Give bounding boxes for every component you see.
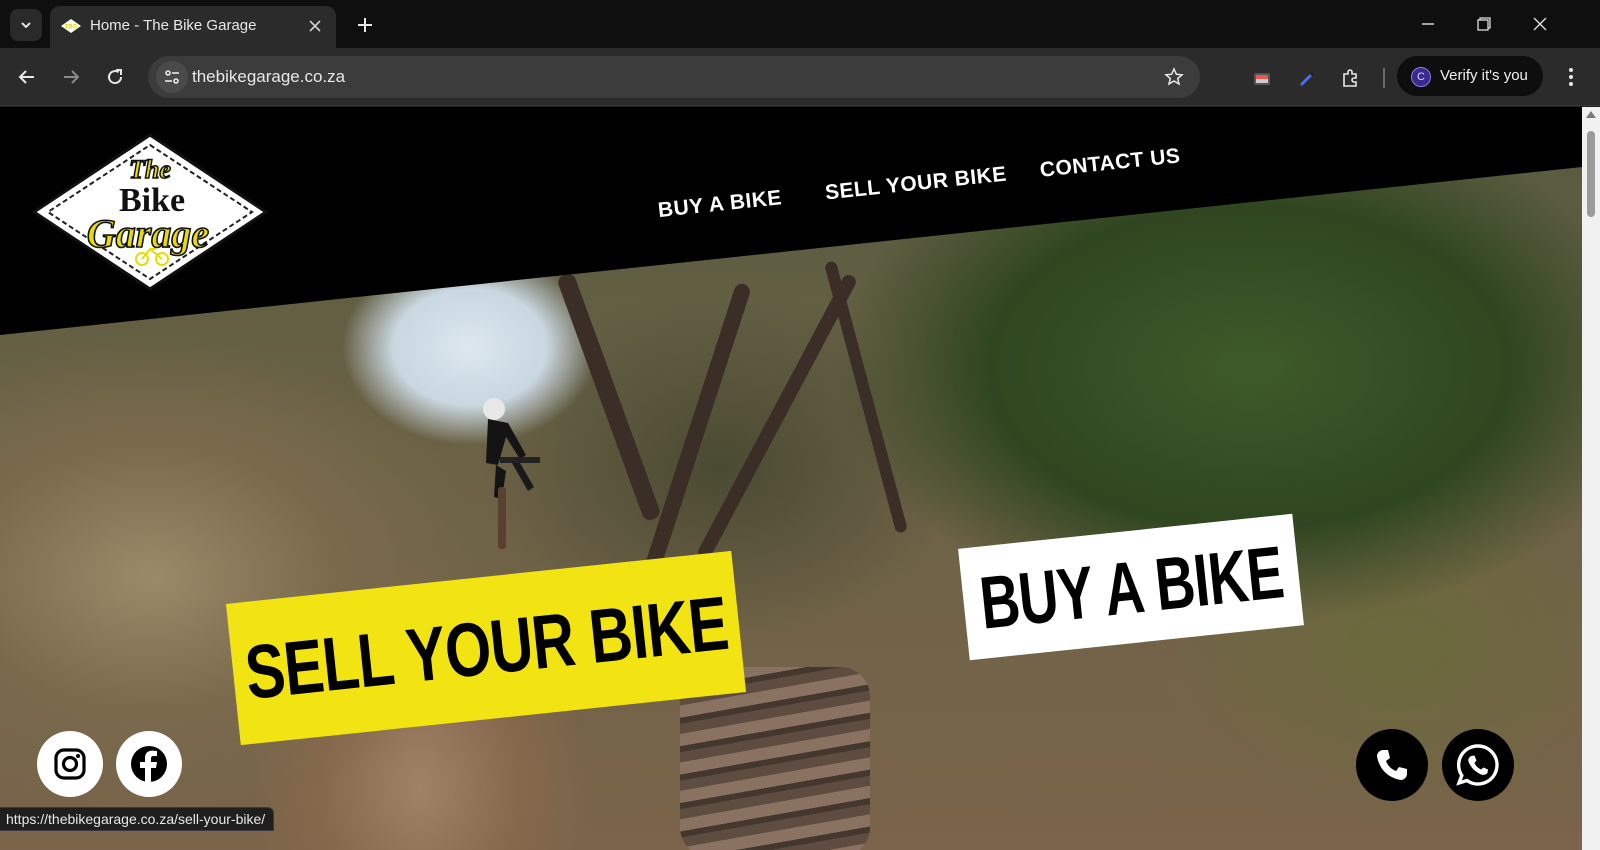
cyclist-figure — [483, 398, 540, 549]
arrow-left-icon — [18, 70, 34, 84]
site-info-icon[interactable] — [156, 61, 188, 93]
tree-trunk — [644, 281, 752, 573]
toolbar-separator — [1383, 68, 1385, 88]
arrow-right-icon — [64, 70, 80, 84]
whatsapp-icon — [1456, 744, 1499, 786]
close-window-button[interactable] — [1520, 8, 1560, 40]
restore-icon — [1477, 17, 1491, 31]
instagram-icon — [54, 748, 86, 780]
close-tab-icon[interactable] — [304, 15, 326, 37]
verify-label: Verify it's you — [1440, 67, 1528, 84]
svg-text:TBG: TBG — [65, 25, 78, 31]
facebook-link[interactable] — [116, 731, 182, 797]
tree-trunk — [556, 271, 662, 523]
tree-trunk — [695, 272, 859, 562]
reload-button[interactable] — [98, 60, 132, 94]
tab-title: Home - The Bike Garage — [90, 17, 257, 34]
browser-menu-button[interactable] — [1556, 62, 1586, 92]
buy-a-bike-label: BUY A BIKE — [975, 529, 1287, 645]
bike-garage-favicon-icon: TBG — [61, 19, 81, 33]
tab-active[interactable]: TBG Home - The Bike Garage — [50, 6, 336, 48]
sell-your-bike-label: SELL YOUR BIKE — [240, 580, 732, 716]
tree-trunk — [823, 260, 909, 534]
restore-button[interactable] — [1464, 8, 1504, 40]
logo-line-3: Garage — [87, 211, 209, 256]
address-bar[interactable]: thebikegarage.co.za — [148, 56, 1200, 98]
profile-verify-button[interactable]: C Verify it's you — [1397, 56, 1543, 96]
page-viewport: The Bike Garage BUY A BIKE SELL YOUR BIK… — [0, 107, 1582, 850]
scrollbar-thumb[interactable] — [1587, 131, 1595, 217]
close-icon — [1533, 17, 1547, 31]
scroll-up-arrow[interactable] — [1586, 111, 1596, 118]
logo-line-1: The — [129, 155, 171, 184]
plus-icon — [358, 18, 372, 32]
site-logo[interactable]: The Bike Garage — [30, 133, 270, 291]
chevron-down-icon — [21, 22, 31, 29]
tab-strip: TBG Home - The Bike Garage — [0, 0, 1600, 48]
kebab-menu-icon — [1569, 68, 1573, 86]
reload-icon — [108, 69, 123, 85]
browser-toolbar: thebikegarage.co.za C Verify it's you — [0, 48, 1600, 106]
instagram-link[interactable] — [37, 731, 103, 797]
profile-avatar: C — [1411, 67, 1431, 87]
pen-extension-icon[interactable] — [1292, 64, 1320, 92]
phone-icon — [1377, 750, 1407, 780]
minimize-icon — [1422, 23, 1434, 25]
phone-call-button[interactable] — [1356, 729, 1428, 801]
new-tab-button[interactable] — [350, 10, 380, 40]
extensions-puzzle-icon[interactable] — [1336, 64, 1364, 92]
cast-extension-icon[interactable] — [1248, 64, 1276, 92]
facebook-icon — [131, 746, 167, 782]
page-scrollbar[interactable] — [1582, 107, 1600, 850]
tab-search-button[interactable] — [10, 9, 42, 41]
status-bar-url: https://thebikegarage.co.za/sell-your-bi… — [0, 807, 275, 831]
bookmark-star-icon[interactable] — [1162, 65, 1186, 89]
url-text[interactable]: thebikegarage.co.za — [192, 67, 345, 87]
whatsapp-button[interactable] — [1442, 729, 1514, 801]
back-button[interactable] — [10, 60, 44, 94]
minimize-button[interactable] — [1408, 8, 1448, 40]
forward-button[interactable] — [54, 60, 88, 94]
